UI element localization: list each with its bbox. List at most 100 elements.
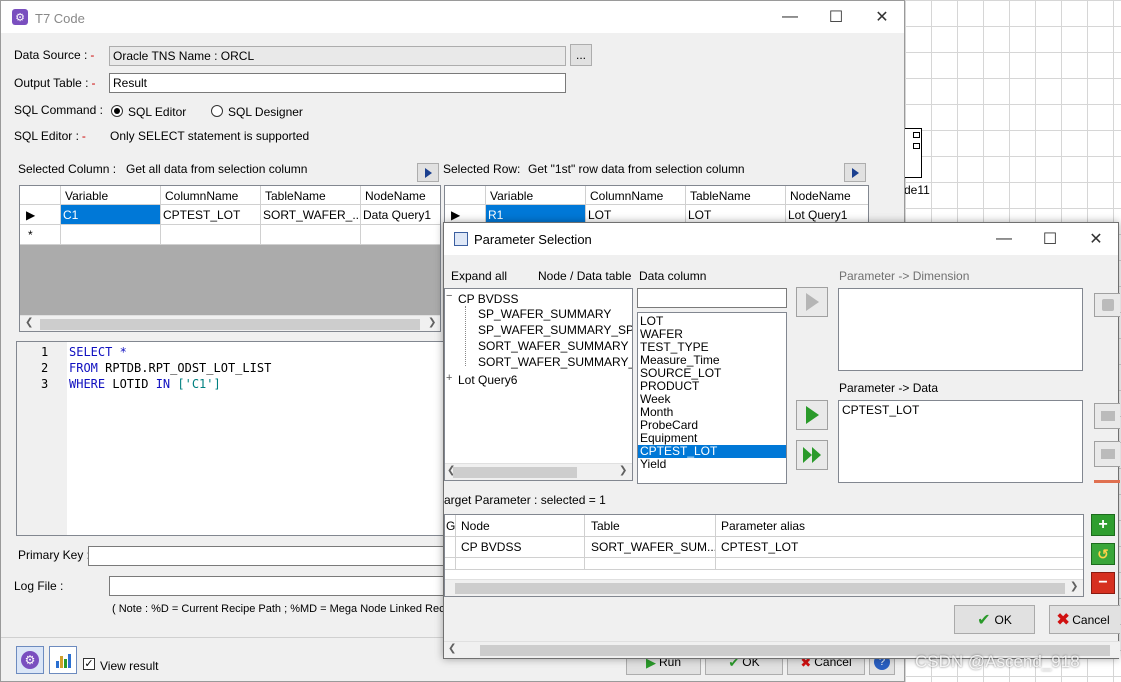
scroll-thumb[interactable] <box>455 583 1065 594</box>
column-header[interactable]: NodeName <box>786 186 868 205</box>
scroll-left-icon[interactable]: ❮ <box>448 643 456 654</box>
column-header[interactable]: TableName <box>261 186 361 205</box>
dialog-minimize-button[interactable]: — <box>981 223 1027 255</box>
tree-node-child-selected[interactable]: SORT_WAFER_SUMMARY <box>478 339 628 353</box>
table-cell[interactable] <box>445 537 456 558</box>
dialog-ok-button[interactable]: ✔ OK <box>954 605 1035 634</box>
param-data-value[interactable]: CPTEST_LOT <box>842 403 919 417</box>
view-result-checkbox[interactable]: ✓ <box>83 658 95 670</box>
column-header[interactable]: NodeName <box>361 186 440 205</box>
close-button[interactable]: ✕ <box>859 1 905 33</box>
data-column-filter-input[interactable] <box>637 288 787 308</box>
tree-node-child[interactable]: SP_WAFER_SUMMARY <box>478 307 611 321</box>
table-cell[interactable]: CPTEST_LOT <box>161 205 261 225</box>
tree-node-child[interactable]: SP_WAFER_SUMMARY_SPEC <box>478 323 632 337</box>
data-side-button[interactable] <box>1094 441 1120 467</box>
chart-button[interactable] <box>49 646 77 674</box>
column-header[interactable]: G <box>445 515 456 537</box>
expand-all-label[interactable]: Expand all <box>451 269 507 283</box>
column-header[interactable]: Node <box>456 515 585 537</box>
add-data-button[interactable] <box>796 400 828 430</box>
table-cell[interactable] <box>716 558 1083 570</box>
table-cell[interactable] <box>456 558 585 570</box>
output-table-input[interactable]: Result <box>109 73 566 93</box>
add-parameter-button[interactable]: + <box>1091 514 1115 536</box>
view-result-label[interactable]: View result <box>100 659 158 673</box>
log-file-input[interactable] <box>109 576 449 596</box>
column-arrow-button[interactable] <box>417 163 439 182</box>
add-all-data-button[interactable] <box>796 440 828 470</box>
dialog-maximize-button[interactable]: ☐ <box>1027 223 1073 255</box>
dialog-close-button[interactable]: ✕ <box>1073 223 1119 255</box>
watermark: CSDN @Ascend_918 <box>915 652 1080 671</box>
param-dimension-box[interactable] <box>838 288 1083 371</box>
table-cell[interactable] <box>261 225 361 245</box>
list-item[interactable]: Yield <box>638 458 786 471</box>
dialog-cancel-button[interactable]: ✖ Cancel <box>1049 605 1120 634</box>
scroll-right-icon[interactable]: ❯ <box>1070 581 1078 592</box>
row-arrow-button[interactable] <box>844 163 866 182</box>
browse-button[interactable]: ... <box>570 44 592 66</box>
scroll-thumb[interactable] <box>40 319 420 330</box>
add-dimension-button[interactable] <box>796 287 828 317</box>
grid-corner <box>445 186 486 205</box>
sql-designer-option-label[interactable]: SQL Designer <box>228 105 303 119</box>
target-parameter-grid[interactable]: G Node Table Parameter alias CP BVDSS SO… <box>444 514 1084 597</box>
table-cell[interactable]: CP BVDSS <box>456 537 585 558</box>
table-cell[interactable] <box>585 558 716 570</box>
primary-key-label: Primary Key : <box>18 548 91 562</box>
column-header[interactable]: Variable <box>61 186 161 205</box>
code-token: RPTDB.RPT_ODST_LOT_LIST <box>97 361 272 375</box>
table-cell[interactable]: C1 <box>61 205 161 225</box>
gear-icon: ⚙ <box>21 651 39 669</box>
param-data-box[interactable]: CPTEST_LOT <box>838 400 1083 483</box>
tree-node-root[interactable]: Lot Query6 <box>458 373 517 387</box>
selected-row-note: Get "1st" row data from selection column <box>528 162 745 176</box>
scroll-thumb[interactable] <box>453 467 577 478</box>
selected-column-grid[interactable]: Variable ColumnName TableName NodeName ▶… <box>19 185 441 332</box>
horizontal-scrollbar[interactable]: ❮ ❯ <box>20 315 440 331</box>
data-column-list[interactable]: LOT WAFER TEST_TYPE Measure_Time SOURCE_… <box>637 312 787 484</box>
table-cell[interactable]: CPTEST_LOT <box>716 537 1083 558</box>
sql-code-editor[interactable]: 1 2 3 SELECT * FROM RPTDB.RPT_ODST_LOT_L… <box>16 341 446 536</box>
node-tree[interactable]: − CP BVDSS SP_WAFER_SUMMARY SP_WAFER_SUM… <box>444 288 633 481</box>
data-side-button[interactable] <box>1094 403 1120 429</box>
scroll-right-icon[interactable]: ❯ <box>619 465 627 476</box>
table-cell[interactable] <box>61 225 161 245</box>
table-cell[interactable] <box>161 225 261 245</box>
scroll-left-icon[interactable]: ❮ <box>25 317 33 328</box>
table-cell[interactable] <box>361 225 440 245</box>
table-cell[interactable]: SORT_WAFER_SUM... <box>585 537 716 558</box>
settings-gear-button[interactable]: ⚙ <box>16 646 44 674</box>
target-grid-scrollbar[interactable]: ❯ <box>445 579 1083 596</box>
table-cell[interactable]: SORT_WAFER_... <box>261 205 361 225</box>
tree-node-child[interactable]: SORT_WAFER_SUMMARY_PA <box>478 355 632 369</box>
column-header[interactable]: Parameter alias <box>716 515 1083 537</box>
tree-node-root[interactable]: CP BVDSS <box>458 292 518 306</box>
column-header[interactable]: TableName <box>686 186 786 205</box>
new-row-indicator[interactable]: * <box>20 225 61 245</box>
column-header[interactable]: ColumnName <box>161 186 261 205</box>
column-header[interactable]: Table <box>585 515 716 537</box>
maximize-button[interactable]: ☐ <box>813 1 859 33</box>
column-header[interactable]: ColumnName <box>586 186 686 205</box>
sql-designer-radio[interactable] <box>211 105 223 117</box>
data-source-field[interactable]: Oracle TNS Name : ORCL <box>109 46 566 66</box>
table-cell[interactable]: Data Query1 <box>361 205 440 225</box>
tree-horizontal-scrollbar[interactable]: ❮ ❯ <box>445 463 632 480</box>
scroll-right-icon[interactable]: ❯ <box>428 317 436 328</box>
primary-key-input[interactable] <box>88 546 448 566</box>
dimension-side-button[interactable] <box>1094 293 1120 317</box>
selected-row-grid[interactable]: Variable ColumnName TableName NodeName ▶… <box>444 185 869 227</box>
tree-expand-icon[interactable]: + <box>446 372 452 384</box>
table-cell[interactable] <box>445 558 456 570</box>
minimize-button[interactable]: — <box>767 1 813 33</box>
sql-editor-radio[interactable] <box>111 105 123 117</box>
remove-parameter-button[interactable]: − <box>1091 572 1115 594</box>
selected-row-label: Selected Row: <box>443 162 521 176</box>
row-indicator[interactable]: ▶ <box>20 205 61 225</box>
tree-collapse-icon[interactable]: − <box>446 290 452 302</box>
sql-editor-option-label[interactable]: SQL Editor <box>128 105 186 119</box>
refresh-parameter-button[interactable]: ↺ <box>1091 543 1115 565</box>
column-header[interactable]: Variable <box>486 186 586 205</box>
